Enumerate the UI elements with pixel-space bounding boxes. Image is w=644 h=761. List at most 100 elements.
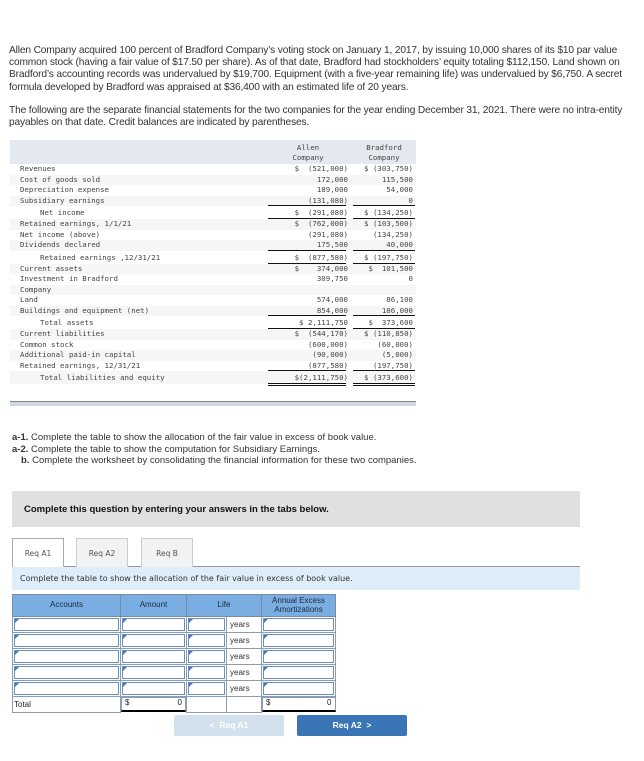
life-cell — [186, 616, 227, 633]
life-input[interactable] — [188, 618, 225, 631]
financial-table-body: Revenues $ (521,000) $ (303,750) Cost of go… — [10, 164, 416, 386]
header-amount: Amount — [120, 594, 187, 617]
bradford-value: (134,250) — [372, 229, 413, 239]
requirement-a1: a-1. Complete the table to show the allo… — [12, 432, 377, 443]
financial-row: Cost of goods sold 172,000 115,500 — [10, 174, 416, 185]
row-label: Net income (above) — [20, 229, 101, 239]
total-amount: $0 — [121, 697, 186, 712]
amount-cell — [120, 664, 187, 681]
allocation-row: years — [12, 616, 336, 633]
account-cell — [12, 680, 121, 697]
column-allen-company: Allen Company — [292, 143, 324, 162]
annual-amortization-cell — [261, 632, 336, 649]
row-label: Total assets — [40, 318, 94, 327]
financial-row: Additional paid-in capital (90,000) (5,000… — [10, 350, 416, 361]
intro-paragraph-2: The following are the separate financial… — [9, 104, 623, 129]
life-cell — [186, 680, 227, 697]
allen-value: $ (544,170) — [294, 329, 348, 338]
account-cell — [12, 616, 121, 633]
life-input[interactable] — [188, 650, 225, 663]
double-underline-divider — [268, 383, 346, 386]
bradford-value: 86,100 — [386, 295, 413, 304]
account-input[interactable] — [14, 634, 119, 647]
allen-value: 574,000 — [316, 295, 348, 304]
bradford-value: $ (303,750) — [364, 164, 413, 173]
annual-amortization-cell — [261, 616, 336, 633]
prev-req-button[interactable]: < Req A1 — [174, 715, 284, 736]
account-input[interactable] — [14, 618, 119, 631]
row-label: Revenues — [20, 164, 56, 173]
problem-statement: Allen Company acquired 100 percent of Br… — [9, 45, 637, 140]
row-label: Dividends declared — [20, 240, 101, 249]
row-label: Common stock — [20, 339, 74, 349]
row-label: Total liabilities and equity — [40, 373, 165, 382]
allocation-row: years — [12, 632, 336, 649]
years-label: years — [226, 616, 262, 633]
tab-req-a2[interactable]: Req A2 — [76, 538, 128, 568]
column-bradford-company: Bradford Company — [366, 143, 402, 162]
financial-row: Current liabilities $ (544,170) $ (110,850… — [10, 329, 416, 340]
double-underline-divider — [353, 383, 415, 386]
tab-req-b[interactable]: Req B — [141, 538, 193, 568]
account-cell — [12, 648, 121, 665]
allen-value: 189,000 — [316, 185, 348, 194]
tab-instruction: Complete the table to show the allocatio… — [12, 567, 580, 590]
amount-input[interactable] — [122, 618, 185, 631]
financial-table-header: Allen Company Bradford Company — [10, 140, 416, 164]
life-input[interactable] — [188, 634, 225, 647]
allocation-row: years — [12, 664, 336, 681]
requirement-tabs: Req A1 Req A2 Req B — [12, 532, 580, 569]
bradford-value: 115,500 — [381, 174, 413, 184]
financial-row: Net income $ (291,080) $ (134,250) — [10, 206, 416, 221]
account-input[interactable] — [14, 666, 119, 679]
requirement-a2: a-2. Complete the table to show the comp… — [12, 443, 320, 455]
chevron-right-icon: > — [361, 720, 372, 730]
account-cell — [12, 632, 121, 649]
life-input[interactable] — [188, 666, 225, 679]
tab-req-a1[interactable]: Req A1 — [12, 538, 64, 569]
annual-amortization-input[interactable] — [263, 666, 334, 679]
row-label: Investment in Bradford — [20, 274, 118, 283]
financial-row: Revenues $ (521,000) $ (303,750) — [10, 164, 416, 175]
financial-row: Land 574,000 86,100 — [10, 295, 416, 306]
allen-value: $ (521,000) — [294, 164, 348, 173]
financial-row: Subsidiary earnings (131,080) 0 — [10, 195, 416, 206]
allen-value: (291,080) — [307, 229, 348, 239]
allocation-table: Accounts Amount Life Annual Excess Amort… — [12, 594, 336, 713]
amount-input[interactable] — [122, 666, 185, 679]
allen-value: (90,000) — [312, 350, 348, 359]
annual-amortization-cell — [261, 664, 336, 681]
amount-input[interactable] — [122, 634, 185, 647]
financial-row: Buildings and equipment (net) 854,000 186,… — [10, 305, 416, 316]
bradford-value: $ (110,850) — [364, 329, 413, 338]
financial-row: Total assets $ 2,111,750 $ 373,600 — [10, 316, 416, 331]
life-input[interactable] — [188, 682, 225, 695]
header-annual-excess-amortizations: Annual Excess Amortizations — [261, 594, 336, 617]
financial-statements-table: Allen Company Bradford Company Revenues $… — [10, 140, 416, 386]
annual-amortization-input[interactable] — [263, 618, 334, 631]
bradford-value: 0 — [408, 274, 413, 283]
row-label: Cost of goods sold — [20, 174, 101, 184]
amount-input[interactable] — [122, 682, 185, 695]
row-label: Additional paid-in capital — [20, 350, 136, 359]
annual-amortization-input[interactable] — [263, 682, 334, 695]
financial-row: Dividends declared 175,500 40,000 — [10, 240, 416, 251]
account-input[interactable] — [14, 682, 119, 695]
allen-value: $ (762,000) — [294, 219, 348, 228]
account-input[interactable] — [14, 650, 119, 663]
amount-cell — [120, 680, 187, 697]
row-label: Depreciation expense — [20, 185, 109, 194]
annual-amortization-input[interactable] — [263, 650, 334, 663]
financial-row: Retained earnings, 1/1/21 $ (762,000) $ (1… — [10, 219, 416, 230]
header-accounts: Accounts — [12, 594, 121, 617]
total-life-blank — [186, 696, 227, 713]
instructions-banner: Complete this question by entering your … — [12, 491, 580, 527]
row-label: Current assets — [20, 263, 83, 273]
amount-input[interactable] — [122, 650, 185, 663]
annual-amortization-input[interactable] — [263, 634, 334, 647]
financial-table-scrollbar[interactable] — [10, 401, 416, 406]
financial-row: Net income (above) (291,080) (134,250) — [10, 230, 416, 241]
financial-row: Depreciation expense 189,000 54,000 — [10, 185, 416, 196]
total-label: Total — [12, 696, 121, 713]
next-req-button[interactable]: Req A2 > — [297, 715, 407, 736]
